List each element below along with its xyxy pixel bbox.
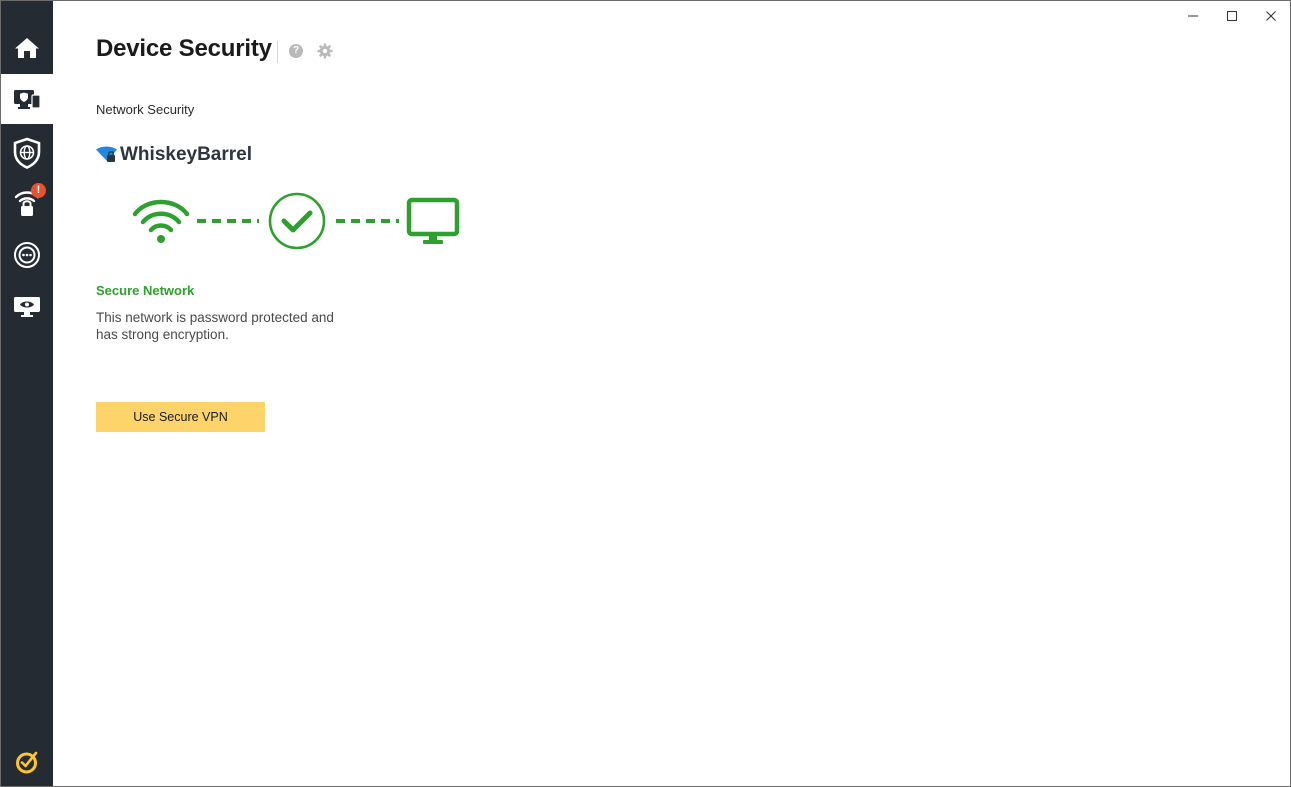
help-icon[interactable]: ?	[289, 44, 303, 58]
status-description: This network is password protected and h…	[96, 310, 334, 342]
sidebar: !	[1, 1, 53, 786]
home-icon	[15, 38, 39, 58]
sidebar-item-privacy-monitor[interactable]	[1, 281, 53, 331]
window-controls	[1173, 1, 1290, 31]
sidebar-item-home[interactable]	[1, 23, 53, 73]
close-icon	[1265, 11, 1276, 21]
norton-logo-icon	[16, 751, 38, 774]
monitor-icon	[406, 197, 460, 244]
maximize-icon	[1226, 11, 1237, 21]
sidebar-item-online-privacy[interactable]	[1, 128, 53, 178]
device-shield-icon	[14, 90, 41, 109]
title-divider	[277, 41, 278, 63]
alert-badge: !	[31, 183, 46, 198]
wifi-lock-small-icon	[96, 146, 117, 162]
check-mark	[281, 210, 313, 233]
minimize-button[interactable]	[1173, 1, 1212, 31]
globe-shield-icon	[13, 137, 41, 169]
close-button[interactable]	[1251, 1, 1290, 31]
app-window: ! Device Security ? Network Security Whi…	[0, 0, 1291, 787]
gear-icon[interactable]	[317, 43, 333, 59]
page-title: Device Security	[96, 35, 272, 62]
use-secure-vpn-button[interactable]: Use Secure VPN	[96, 402, 265, 432]
eye-monitor-icon	[14, 297, 40, 317]
maximize-button[interactable]	[1212, 1, 1251, 31]
sidebar-item-network-security[interactable]: !	[1, 178, 53, 228]
sidebar-item-device-security[interactable]	[1, 74, 53, 124]
wifi-icon	[132, 199, 190, 233]
section-label: Network Security	[96, 102, 195, 117]
connection-diagram	[132, 192, 460, 250]
network-name: WhiskeyBarrel	[120, 144, 253, 165]
chat-icon	[14, 242, 40, 268]
network-name-row: WhiskeyBarrel	[96, 144, 252, 166]
minimize-icon	[1187, 15, 1198, 17]
status-title: Secure Network	[96, 283, 195, 298]
sidebar-item-chat[interactable]	[1, 230, 53, 280]
check-circle-icon	[268, 192, 326, 250]
wifi-dot	[157, 235, 165, 243]
